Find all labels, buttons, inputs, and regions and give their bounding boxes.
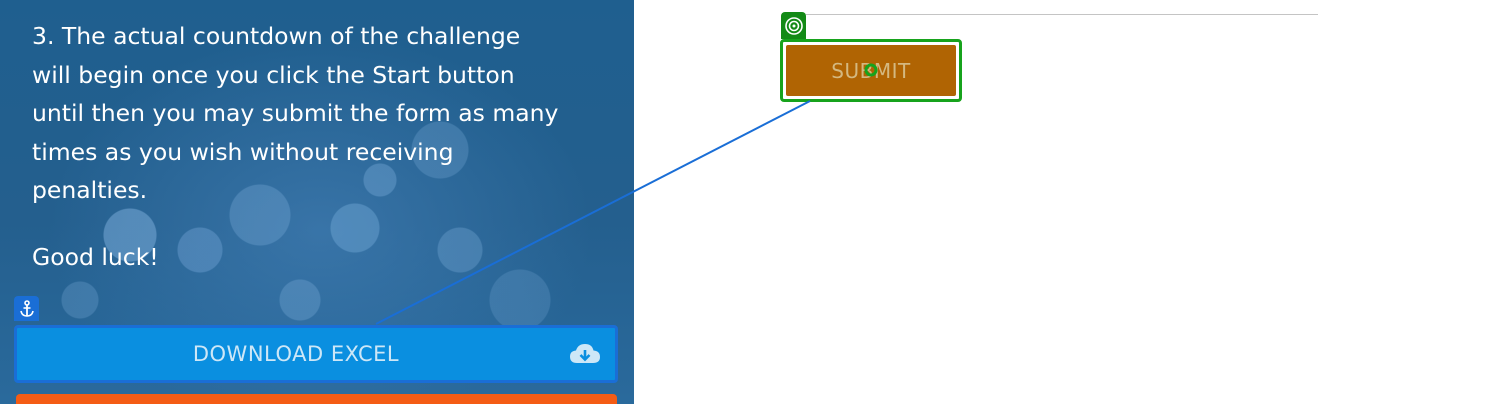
instruction-line: will begin once you click the Start butt… xyxy=(32,60,515,89)
download-excel-button[interactable]: DOWNLOAD EXCEL xyxy=(14,325,618,383)
download-excel-label: DOWNLOAD EXCEL xyxy=(192,342,400,366)
instructions-text: 3. The actual countdown of the challenge… xyxy=(32,17,612,210)
divider xyxy=(806,14,1318,15)
instruction-line: times as you wish without receiving xyxy=(32,137,454,166)
target-icon xyxy=(781,12,806,39)
instruction-line: until then you may submit the form as ma… xyxy=(32,99,559,127)
instruction-line: penalties. xyxy=(32,176,148,204)
submit-highlight: SUBMIT xyxy=(780,39,962,102)
submit-button[interactable]: SUBMIT xyxy=(786,45,956,96)
instructions-panel: 3. The actual countdown of the challenge… xyxy=(0,0,634,404)
cloud-download-icon xyxy=(569,342,601,370)
instruction-line: 3. The actual countdown of the challenge xyxy=(32,22,521,50)
good-luck-text: Good luck! xyxy=(32,243,159,271)
anchor-icon xyxy=(14,296,39,321)
orange-button[interactable] xyxy=(16,394,617,404)
